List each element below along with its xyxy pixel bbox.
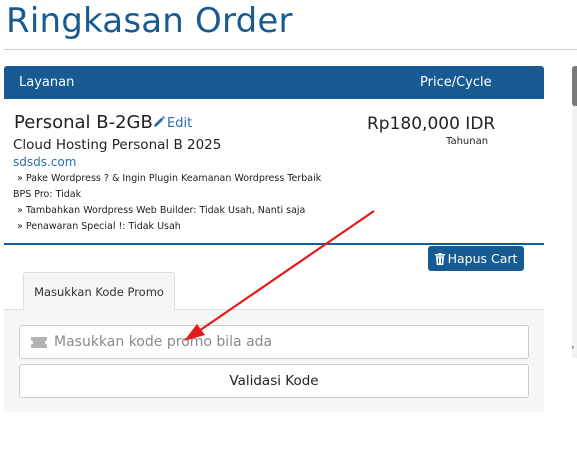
- edit-label: Edit: [167, 116, 193, 131]
- config-option: » Tambahkan Wordpress Web Builder: Tidak…: [17, 205, 306, 216]
- trash-icon: [434, 253, 445, 265]
- header-service: Layanan: [19, 75, 75, 90]
- product-price: Rp180,000 IDR: [367, 114, 496, 134]
- promo-code-input[interactable]: [54, 332, 514, 352]
- header-price-cycle: Price/Cycle: [420, 75, 492, 90]
- config-option: » Pake Wordpress ? & Ingin Plugin Keaman…: [17, 173, 322, 184]
- validate-code-button[interactable]: Validasi Kode: [19, 364, 529, 398]
- config-option: » Penawaran Special !: Tidak Usah: [17, 221, 181, 232]
- page-scrollbar-thumb[interactable]: [572, 66, 577, 106]
- product-group: Cloud Hosting Personal B 2025: [13, 137, 222, 153]
- pencil-icon: [154, 116, 165, 127]
- tab-promo-code[interactable]: Masukkan Kode Promo: [23, 272, 175, 310]
- page-scrollbar-track[interactable]: [572, 66, 577, 358]
- page-title: Ringkasan Order: [6, 1, 293, 41]
- product-domain[interactable]: sdsds.com: [13, 155, 76, 169]
- empty-cart-label: Hapus Cart: [447, 251, 518, 266]
- title-divider: [4, 49, 577, 50]
- chevron-icon: ›: [571, 343, 575, 353]
- ticket-icon: [31, 337, 47, 348]
- config-option: BPS Pro: Tidak: [13, 189, 82, 200]
- empty-cart-button[interactable]: Hapus Cart: [428, 246, 524, 271]
- promo-input-group: [19, 325, 529, 359]
- cart-table-bottom-rule: [4, 243, 544, 245]
- billing-cycle: Tahunan: [446, 136, 489, 147]
- product-name: Personal B-2GB: [14, 112, 153, 133]
- cart-table-header: Layanan Price/Cycle: [4, 66, 544, 99]
- edit-product-link[interactable]: Edit: [153, 116, 192, 131]
